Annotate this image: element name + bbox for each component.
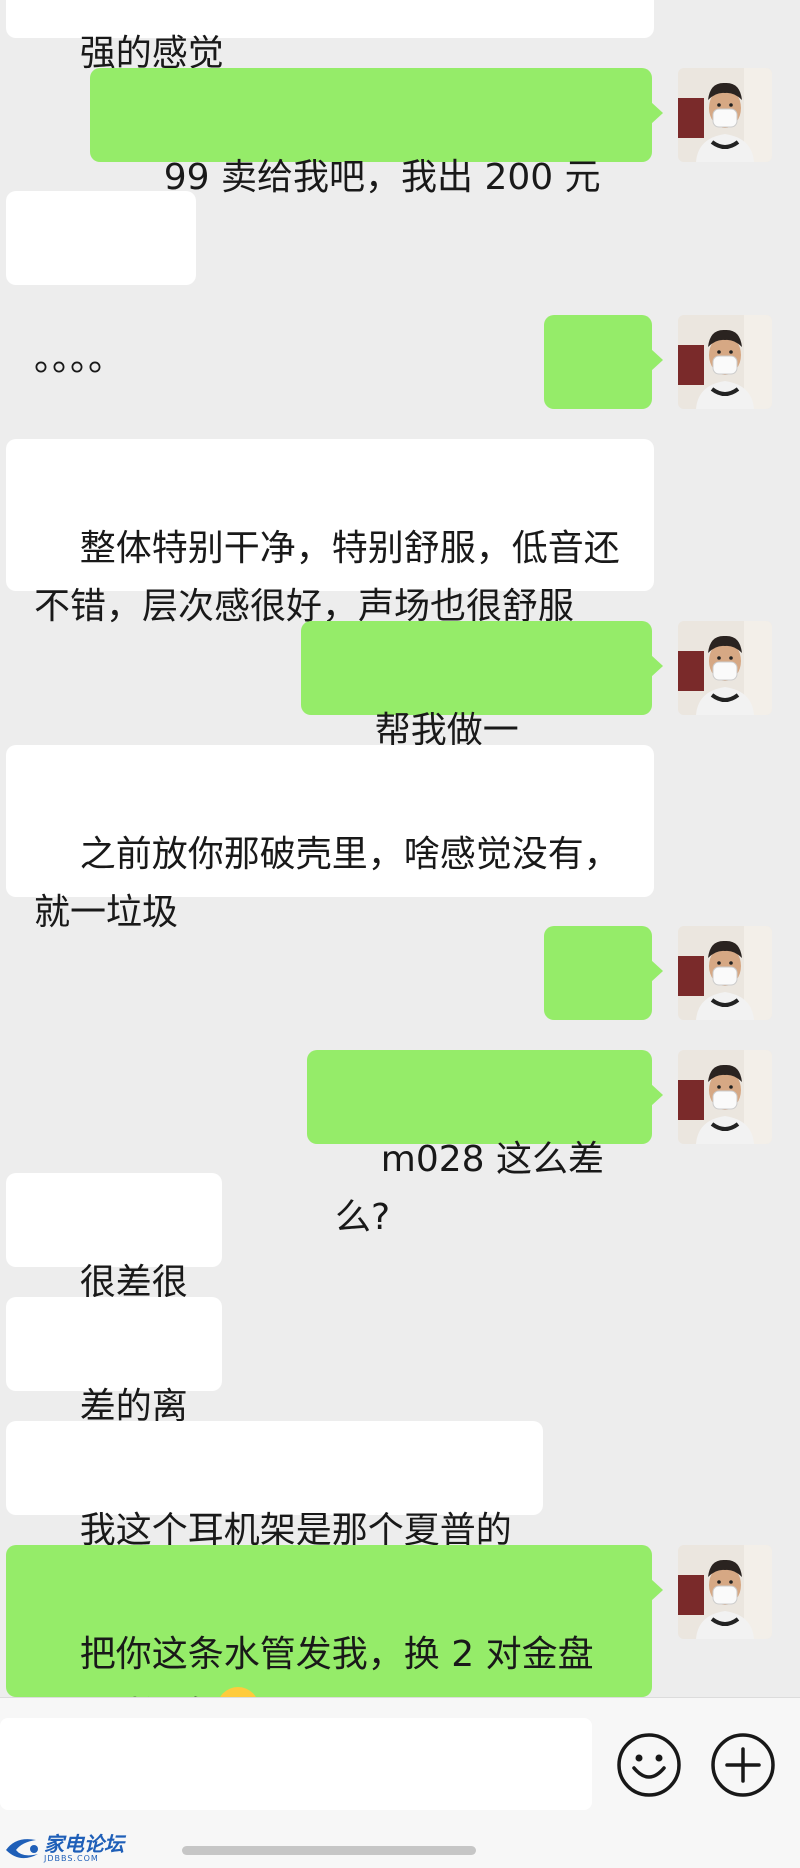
message-incoming[interactable]: 很差很差 (6, 1173, 222, 1361)
input-bar: 家电论坛 JDBBS.COM (0, 1697, 800, 1868)
avatar[interactable] (678, 621, 772, 715)
message-outgoing[interactable] (544, 926, 663, 1111)
avatar[interactable] (678, 68, 772, 162)
watermark-name: 家电论坛 (44, 1832, 124, 1856)
beaming-grin-emoji-icon (214, 1684, 262, 1697)
message-incoming[interactable]: 差的离谱 (6, 1297, 222, 1485)
message-outgoing[interactable]: m028 这么差么? (307, 1050, 663, 1238)
avatar-photo-icon (678, 315, 772, 409)
message-incoming[interactable]: 整体特别干净，特别舒服，低音还不错，层次感很好，声场也很舒服 (6, 439, 654, 627)
message-text: 把你这条水管发我，换 2 对金盘加一对银盘 (34, 1634, 594, 1697)
message-outgoing[interactable]: 99 卖给我吧，我出 200 元 (90, 68, 663, 251)
avatar[interactable] (678, 926, 772, 1020)
message-outgoing[interactable]: 把你这条水管发我，换 2 对金盘加一对银盘 (6, 1545, 663, 1697)
message-incoming[interactable]: 之前放你那破壳里，啥感觉没有，就一垃圾 (6, 745, 654, 933)
avatar-photo-icon (678, 621, 772, 715)
chat-history[interactable]: 强的感觉 99 卖给我吧，我出 200 元 。。。。 整体特别干净，特别舒服，低… (0, 0, 800, 1697)
avatar-photo-icon (678, 1545, 772, 1639)
message-text: 。。。。 (34, 338, 125, 379)
message-text: 之前放你那破壳里，啥感觉没有，就一垃圾 (34, 834, 620, 933)
home-indicator[interactable] (182, 1846, 476, 1855)
message-text: 整体特别干净，特别舒服，低音还不错，层次感很好，声场也很舒服 (34, 528, 620, 627)
logo-swoosh-icon (6, 1839, 38, 1859)
message-input[interactable] (0, 1718, 592, 1810)
message-outgoing[interactable]: 帮我做一个。。。 (301, 621, 663, 809)
message-text: m028 这么差么? (335, 1139, 605, 1238)
message-incoming[interactable]: 。。。。 (6, 191, 196, 379)
message-incoming[interactable]: 我这个耳机架是那个夏普的 (6, 1421, 543, 1551)
avatar[interactable] (678, 315, 772, 409)
avatar[interactable] (678, 1050, 772, 1144)
plus-circle-icon (711, 1733, 775, 1797)
watermark-logo: 家电论坛 JDBBS.COM (4, 1832, 124, 1866)
message-text: 99 卖给我吧，我出 200 元 (163, 157, 601, 198)
watermark-domain: JDBBS.COM (44, 1854, 99, 1863)
emoji-button[interactable] (616, 1732, 682, 1798)
avatar-photo-icon (678, 1050, 772, 1144)
avatar-photo-icon (678, 926, 772, 1020)
smiley-icon (617, 1733, 681, 1797)
avatar[interactable] (678, 1545, 772, 1639)
avatar-photo-icon (678, 68, 772, 162)
message-incoming[interactable]: 强的感觉 (6, 0, 654, 74)
more-button[interactable] (710, 1732, 776, 1798)
message-outgoing[interactable] (544, 315, 663, 500)
